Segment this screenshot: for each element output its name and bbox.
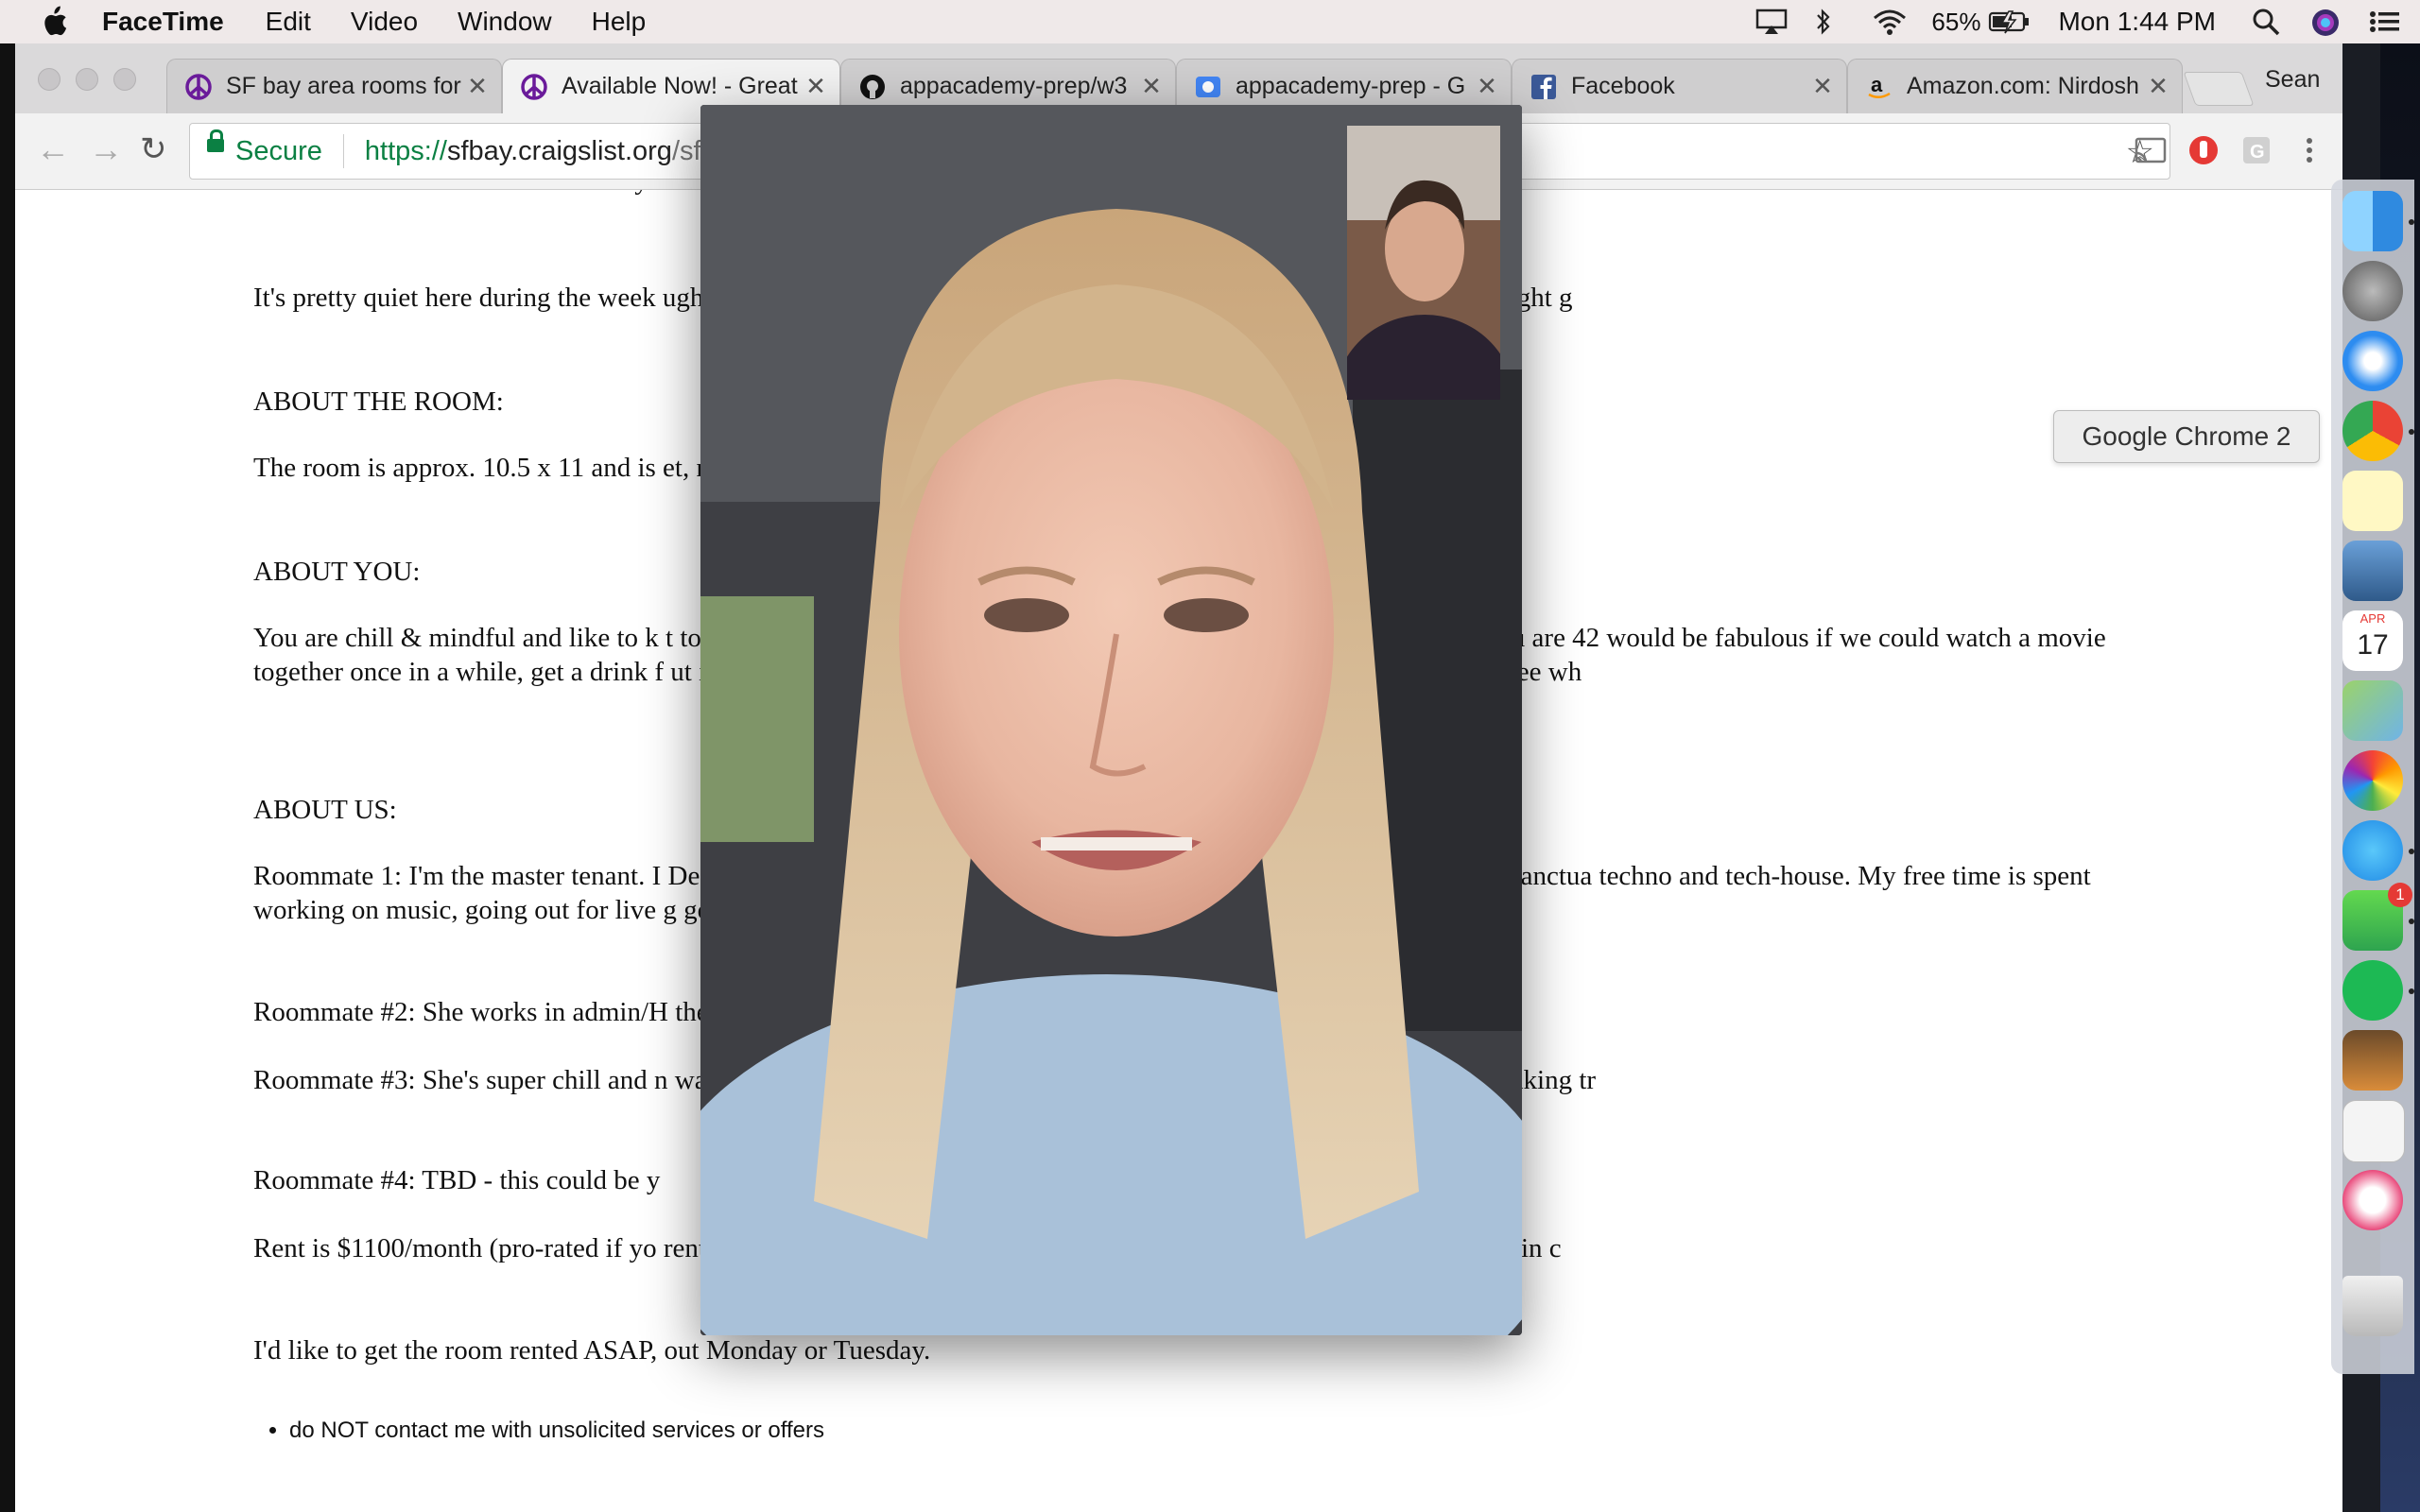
secure-label: Secure [235,135,322,166]
close-tab-icon[interactable]: ✕ [1137,72,1166,101]
tab-amazon[interactable]: a Amazon.com: Nirdosh ✕ [1847,59,2183,113]
cast-icon[interactable] [2133,132,2169,168]
facetime-badge: 1 [2388,883,2412,907]
bluetooth-icon[interactable] [1814,8,1846,36]
running-indicator [2409,219,2414,225]
back-icon[interactable]: ← [36,132,70,166]
extension-g-icon[interactable]: G [2238,132,2274,168]
reload-icon[interactable]: ↻ [140,132,167,166]
tab-title: SF bay area rooms for [226,73,461,99]
notice-list: do NOT contact me with unsolicited servi… [289,1414,824,1448]
facebook-icon [1530,73,1558,101]
calendar-day: 17 [2357,629,2389,661]
notice-item: do NOT contact me with unsolicited servi… [289,1414,824,1448]
peace-icon [184,73,213,101]
svg-text:G: G [2250,142,2265,163]
facetime-window[interactable] [700,105,1522,1335]
close-tab-icon[interactable]: ✕ [2144,72,2172,101]
running-indicator [2409,988,2414,994]
profile-name[interactable]: Sean [2265,66,2320,94]
running-indicator [2409,919,2414,924]
menu-help[interactable]: Help [592,7,647,37]
lock-icon [207,129,224,152]
menu-video[interactable]: Video [351,7,418,37]
messages-icon[interactable] [2342,820,2403,881]
dock: APR 17 1 [2331,180,2414,1374]
drive-icon [1194,73,1222,101]
peace-icon [520,73,548,101]
calendar-icon[interactable]: APR 17 [2342,610,2403,671]
siri-icon[interactable] [2310,8,2342,36]
tab-strip: SF bay area rooms for ✕ Available Now! -… [15,43,2342,113]
clock[interactable]: Mon 1:44 PM [2058,7,2216,37]
url-host: sfbay.craigslist.org [446,135,672,166]
tab-title: appacademy-prep/w3 [900,73,1128,99]
close-tab-icon[interactable]: ✕ [463,72,492,101]
new-tab-button[interactable] [2183,72,2255,106]
preview-icon[interactable] [2342,541,2403,601]
app-menu-facetime[interactable]: FaceTime [102,7,224,37]
chrome-icon[interactable] [2342,401,2403,461]
tab-title: Facebook [1571,73,1675,99]
github-icon [858,73,887,101]
extension-hand-icon[interactable] [2186,132,2221,168]
battery-percent: 65% [1931,7,1981,36]
tab-title: Available Now! - Great [562,73,798,99]
spotlight-search-icon[interactable] [2252,8,2284,36]
close-tab-icon[interactable]: ✕ [1808,72,1837,101]
facetime-icon[interactable]: 1 [2342,883,2412,951]
textedit-icon[interactable] [2342,1100,2405,1162]
running-indicator [2409,429,2414,435]
zoom-window-button[interactable] [113,68,136,91]
notification-center-icon[interactable] [2369,8,2401,36]
spotify-icon[interactable] [2342,960,2403,1021]
url-scheme: https:// [364,135,447,166]
desktop-background-left [0,43,15,1512]
itunes-icon[interactable] [2342,1170,2403,1230]
battery-charging-icon[interactable] [1988,8,2031,36]
garageband-icon[interactable] [2342,1030,2403,1091]
airplay-icon[interactable] [1755,8,1788,36]
safari-icon[interactable] [2342,331,2403,391]
trash-icon[interactable] [2342,1276,2403,1336]
omnibox-divider [342,134,344,168]
url-path: /sf [671,135,701,166]
menu-bar: FaceTime Edit Video Window Help 65% Mon … [0,0,2420,43]
tab-title: appacademy-prep - G [1236,73,1466,99]
amazon-icon: a [1865,73,1893,101]
calendar-month: APR [2360,611,2386,626]
tab-sf-bay-area-rooms[interactable]: SF bay area rooms for ✕ [166,59,502,113]
tab-title: Amazon.com: Nirdosh [1907,73,2139,99]
svg-text:a: a [1871,73,1883,96]
forward-icon[interactable]: → [89,132,123,166]
apple-icon[interactable] [38,6,70,38]
wifi-icon[interactable] [1873,8,1907,36]
finder-icon[interactable] [2342,191,2403,251]
dock-tooltip: Google Chrome 2 [2053,410,2320,463]
system-preferences-icon[interactable] [2342,261,2403,321]
post-paragraph: I'd like to get the room rented ASAP, ou… [253,1335,931,1366]
self-view-video [1347,126,1500,400]
tab-facebook[interactable]: Facebook ✕ [1512,59,1847,113]
notes-icon[interactable] [2342,471,2403,531]
close-tab-icon[interactable]: ✕ [802,72,830,101]
minimize-window-button[interactable] [76,68,98,91]
menu-window[interactable]: Window [458,7,552,37]
photos-icon[interactable] [2342,750,2403,811]
close-window-button[interactable] [38,68,60,91]
close-tab-icon[interactable]: ✕ [1473,72,1501,101]
running-indicator [2409,849,2414,854]
menu-edit[interactable]: Edit [266,7,311,37]
chrome-menu-icon[interactable] [2291,132,2327,168]
maps-icon[interactable] [2342,680,2403,741]
